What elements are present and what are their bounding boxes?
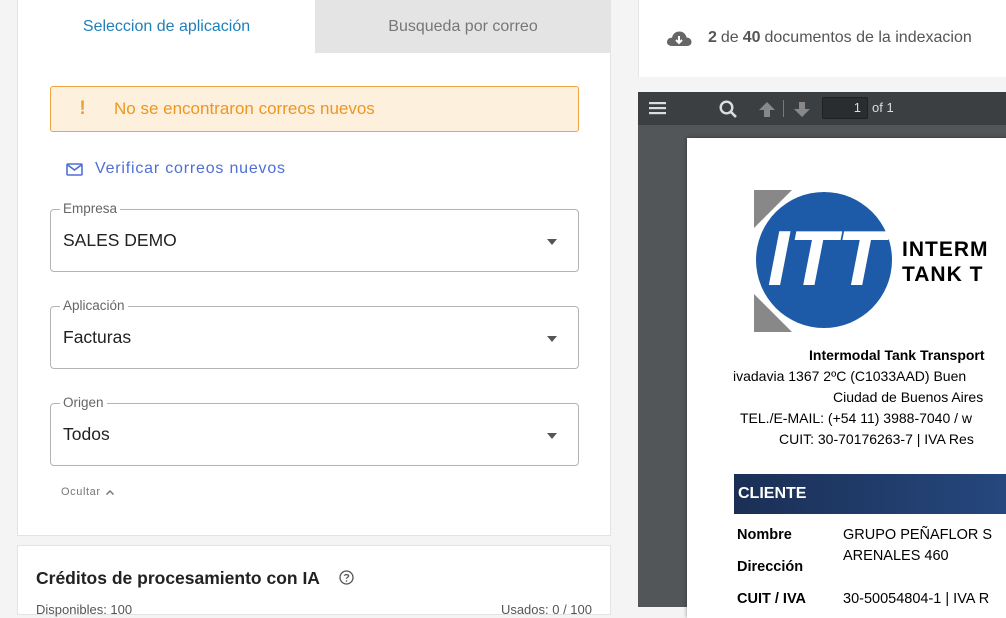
application-selection-panel: Seleccion de aplicación Busqueda por cor… xyxy=(17,0,611,536)
logo-line-2: TANK T xyxy=(902,263,984,286)
client-header: CLIENTE xyxy=(734,474,1006,514)
row-value-nombre: GRUPO PEÑAFLOR S xyxy=(843,527,993,543)
tab-seleccion-aplicacion[interactable]: Seleccion de aplicación xyxy=(18,0,315,53)
origen-value: Todos xyxy=(63,424,110,444)
toolbar-separator xyxy=(783,100,784,117)
aplicacion-value: Facturas xyxy=(63,327,132,347)
aplicacion-label: Aplicación xyxy=(60,298,128,313)
origen-select[interactable]: Origen Todos xyxy=(50,395,579,466)
total-doc-number: 40 xyxy=(742,29,761,46)
page-total: of 1 xyxy=(872,100,894,115)
document-count-header: 2 de 40 documentos de la indexacion xyxy=(638,0,1006,77)
empresa-select[interactable]: Empresa SALES DEMO xyxy=(50,201,579,272)
collapse-button[interactable]: Ocultar xyxy=(61,486,115,498)
ai-credits-card: Créditos de procesamiento con IA Disponi… xyxy=(17,545,611,617)
origen-label: Origen xyxy=(60,395,107,410)
chevron-down-icon xyxy=(547,433,557,439)
alert-text: No se encontraron correos nuevos xyxy=(114,99,375,118)
row-label-direccion: Dirección xyxy=(737,559,804,575)
previous-page-icon[interactable] xyxy=(758,101,776,118)
doc-count-of: de xyxy=(720,29,739,46)
chevron-up-icon xyxy=(105,489,114,495)
warning-icon: ! xyxy=(79,98,86,119)
page-number-input[interactable]: 1 xyxy=(822,97,868,119)
company-name: Intermodal Tank Transport xyxy=(809,347,985,363)
search-icon[interactable] xyxy=(719,100,738,119)
company-address-4: CUIT: 30-70176263-7 | IVA Res xyxy=(779,431,974,447)
document-count: 2 de 40 documentos de la indexacion xyxy=(665,28,972,48)
itt-logo: ITT xyxy=(754,190,892,332)
company-address-2: Ciudad de Buenos Aires xyxy=(833,389,984,405)
company-address-1: ivadavia 1367 2ºC (C1033AAD) Buen xyxy=(733,368,967,384)
row-label-nombre: Nombre xyxy=(737,527,792,543)
verify-label: Verificar correos nuevos xyxy=(95,160,286,177)
no-new-mail-alert: ! No se encontraron correos nuevos xyxy=(50,86,579,132)
chevron-down-icon xyxy=(547,336,557,342)
help-icon[interactable] xyxy=(339,570,354,585)
credits-title: Créditos de procesamiento con IA xyxy=(36,568,320,588)
current-doc-number: 2 xyxy=(708,29,717,46)
next-page-icon[interactable] xyxy=(793,101,811,118)
row-label-cuit: CUIT / IVA xyxy=(737,591,807,607)
credits-available: Disponibles: 100 xyxy=(36,602,133,617)
empresa-value: SALES DEMO xyxy=(63,230,177,250)
aplicacion-select[interactable]: Aplicación Facturas xyxy=(50,298,579,369)
logo-letters: ITT xyxy=(768,214,891,302)
credits-used: Usados: 0 / 100 xyxy=(500,602,592,617)
pdf-viewer: 1 of 1 ITT INTERM TANK T Intermodal Tank… xyxy=(638,92,1006,618)
doc-count-suffix: documentos de la indexacion xyxy=(764,29,972,46)
collapse-label: Ocultar xyxy=(61,486,101,498)
row-value-cuit: 30-50054804-1 | IVA R xyxy=(843,591,990,607)
menu-icon[interactable] xyxy=(649,101,666,115)
chevron-down-icon xyxy=(547,239,557,245)
cloud-download-icon xyxy=(666,31,692,46)
verify-new-mail-button[interactable]: Verificar correos nuevos xyxy=(66,160,286,178)
row-value-direccion: ARENALES 460 xyxy=(843,548,949,564)
mail-icon xyxy=(66,162,83,176)
empresa-label: Empresa xyxy=(60,201,121,216)
tab-busqueda-correo[interactable]: Busqueda por correo xyxy=(315,0,611,53)
logo-line-1: INTERM xyxy=(902,238,989,261)
pdf-toolbar: 1 of 1 xyxy=(638,92,1006,125)
company-address-3: TEL./E-MAIL: (+54 11) 3988-7040 / w xyxy=(740,410,973,426)
pdf-page: ITT INTERM TANK T Intermodal Tank Transp… xyxy=(687,138,1006,618)
